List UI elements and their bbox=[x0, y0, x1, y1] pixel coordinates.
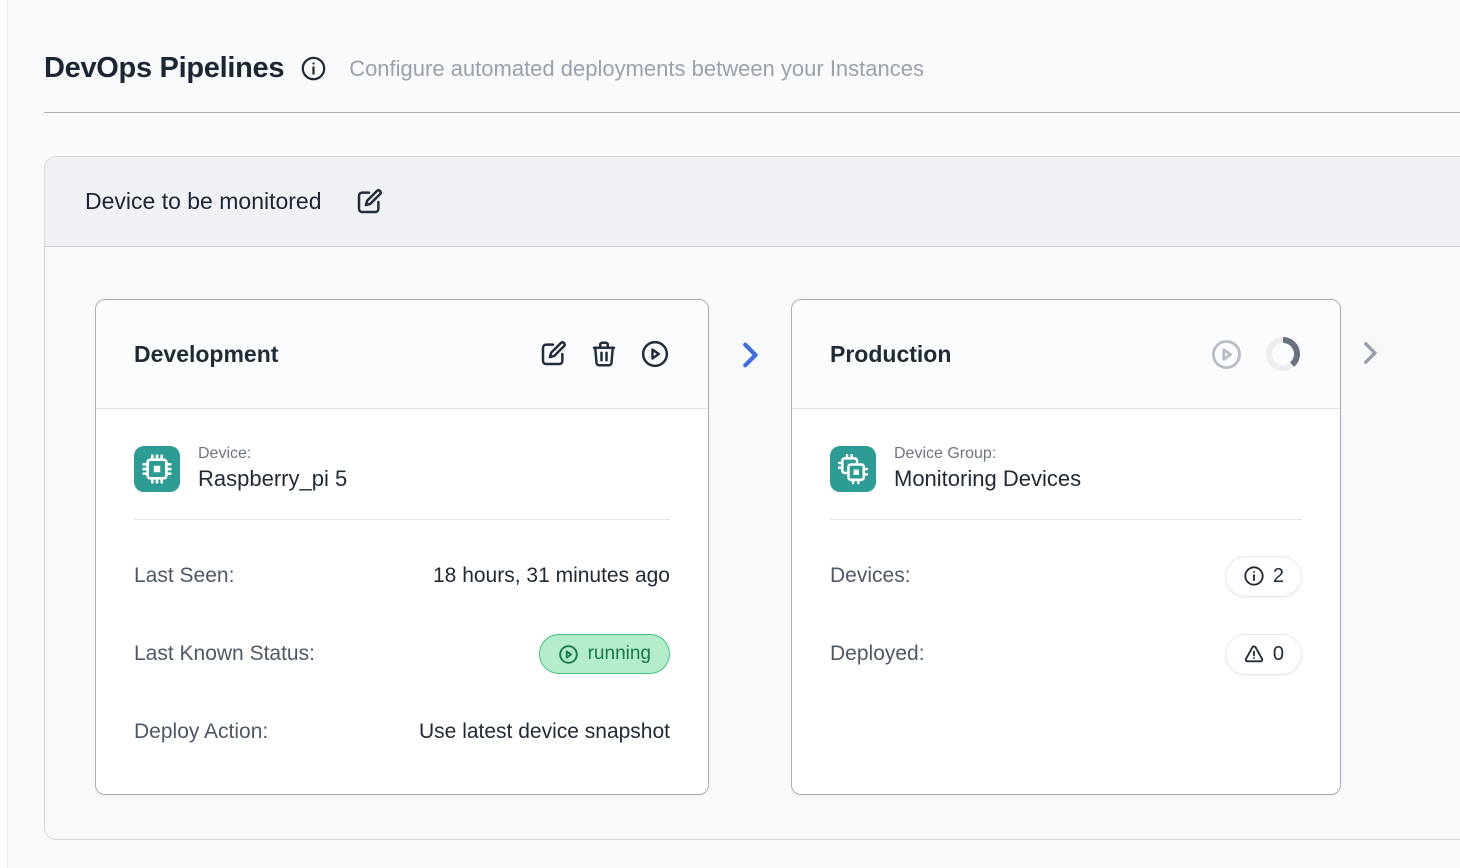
development-title: Development bbox=[134, 341, 278, 368]
deploy-action-row: Deploy Action: Use latest device snapsho… bbox=[134, 710, 670, 754]
divider bbox=[830, 519, 1302, 520]
device-group-identity: Device Group: Monitoring Devices bbox=[830, 445, 1302, 492]
production-card-body: Device Group: Monitoring Devices Devices… bbox=[792, 409, 1340, 716]
deployed-label: Deployed: bbox=[830, 642, 925, 666]
loading-spinner-icon bbox=[1264, 335, 1302, 373]
stage-card-production: Production bbox=[791, 299, 1341, 795]
devices-label: Devices: bbox=[830, 564, 911, 588]
chevron-right-icon bbox=[731, 336, 769, 374]
devices-row: Devices: 2 bbox=[830, 554, 1302, 598]
pipeline-panel: Device to be monitored Development bbox=[44, 156, 1460, 840]
status-badge: running bbox=[539, 634, 670, 674]
device-group-name: Monitoring Devices bbox=[894, 466, 1081, 492]
status-label: Last Known Status: bbox=[134, 642, 315, 666]
development-actions bbox=[538, 339, 670, 369]
sidebar-edge bbox=[0, 0, 8, 868]
device-group-label: Device Group: bbox=[894, 445, 1081, 463]
page-subtitle: Configure automated deployments between … bbox=[349, 56, 924, 82]
last-seen-row: Last Seen: 18 hours, 31 minutes ago bbox=[134, 554, 670, 598]
devops-pipelines-page: DevOps Pipelines Configure automated dep… bbox=[0, 0, 1460, 840]
development-card-header: Development bbox=[96, 300, 708, 409]
production-actions bbox=[1210, 335, 1302, 373]
status-badge-text: running bbox=[588, 643, 651, 665]
pipeline-stages: Development bbox=[45, 247, 1460, 839]
last-seen-value: 18 hours, 31 minutes ago bbox=[433, 564, 670, 588]
stage-card-development: Development bbox=[95, 299, 709, 795]
device-label: Device: bbox=[198, 445, 347, 463]
edit-icon bbox=[538, 339, 568, 369]
edit-stage-button[interactable] bbox=[538, 339, 568, 369]
edit-pipeline-button[interactable] bbox=[354, 187, 384, 217]
delete-stage-button[interactable] bbox=[589, 339, 619, 369]
device-name: Raspberry_pi 5 bbox=[198, 466, 347, 492]
run-stage-button-disabled[interactable] bbox=[1210, 338, 1243, 371]
alert-triangle-icon bbox=[1243, 643, 1265, 665]
edit-icon bbox=[354, 187, 384, 217]
device-group-info: Device Group: Monitoring Devices bbox=[894, 445, 1081, 492]
play-circle-icon bbox=[640, 339, 670, 369]
deploy-action-label: Deploy Action: bbox=[134, 720, 268, 744]
cpu-chip-icon bbox=[134, 446, 180, 492]
devices-count: 2 bbox=[1273, 565, 1284, 588]
device-identity: Device: Raspberry_pi 5 bbox=[134, 445, 670, 492]
next-stage-arrow[interactable] bbox=[1353, 336, 1387, 370]
last-known-status-row: Last Known Status: running bbox=[134, 632, 670, 676]
page-title: DevOps Pipelines bbox=[44, 52, 284, 85]
devices-count-badge[interactable]: 2 bbox=[1225, 556, 1302, 597]
run-stage-button[interactable] bbox=[640, 339, 670, 369]
deployed-row: Deployed: 0 bbox=[830, 632, 1302, 676]
deployed-count: 0 bbox=[1273, 643, 1284, 666]
cpu-chip-stack-icon bbox=[830, 446, 876, 492]
deployed-count-badge[interactable]: 0 bbox=[1225, 634, 1302, 675]
play-circle-icon bbox=[558, 644, 579, 665]
chevron-right-icon bbox=[1353, 336, 1387, 370]
deploy-action-value: Use latest device snapshot bbox=[419, 720, 670, 744]
page-header: DevOps Pipelines Configure automated dep… bbox=[44, 0, 1460, 85]
divider bbox=[134, 519, 670, 520]
production-card-header: Production bbox=[792, 300, 1340, 409]
header-divider bbox=[44, 112, 1460, 113]
panel-title: Device to be monitored bbox=[85, 188, 322, 215]
pipeline-flow-arrow bbox=[731, 336, 769, 374]
info-icon bbox=[1243, 565, 1265, 587]
development-card-body: Device: Raspberry_pi 5 Last Seen: 18 hou… bbox=[96, 409, 708, 794]
play-circle-icon bbox=[1210, 338, 1243, 371]
info-icon[interactable] bbox=[300, 55, 327, 82]
pipeline-panel-header: Device to be monitored bbox=[45, 157, 1460, 247]
production-title: Production bbox=[830, 341, 951, 368]
last-seen-label: Last Seen: bbox=[134, 564, 234, 588]
device-info: Device: Raspberry_pi 5 bbox=[198, 445, 347, 492]
trash-icon bbox=[589, 339, 619, 369]
